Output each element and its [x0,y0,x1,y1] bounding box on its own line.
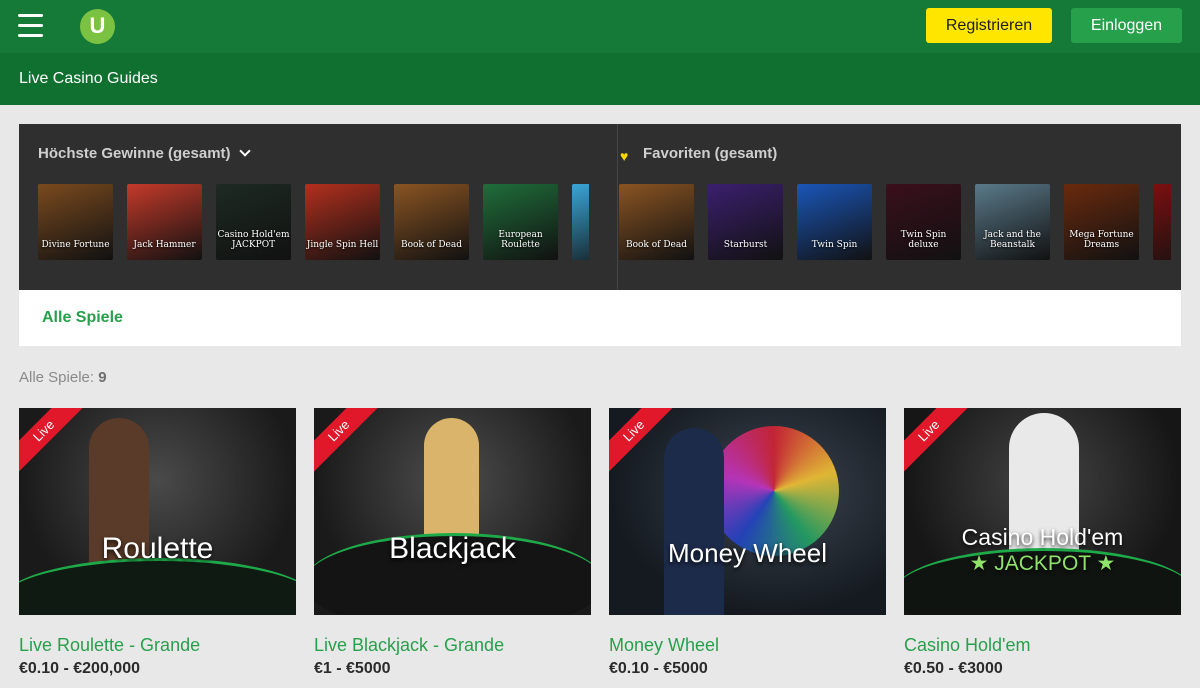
top-bar: U Registrieren Einloggen [0,0,1200,53]
live-badge: Live [19,408,91,478]
game-thumbnail-label: Twin Spin deluxe [900,230,947,250]
game-thumbnail-label: Casino Hold'em JACKPOT [217,230,290,250]
game-thumbnail[interactable]: Jack Hammer [127,184,202,260]
game-card-title[interactable]: Casino Hold'em [904,635,1031,656]
game-card-title[interactable]: Live Blackjack - Grande [314,635,504,656]
game-thumbnail[interactable]: Twin Spin [797,184,872,260]
menu-icon[interactable] [18,14,43,38]
game-card-stakes: €0.50 - €3000 [904,660,1003,677]
game-thumbnail[interactable]: Jingle Spin Hell [305,184,380,260]
register-button[interactable]: Registrieren [926,8,1052,43]
game-thumbnail[interactable]: Book of Dead [394,184,469,260]
login-button[interactable]: Einloggen [1071,8,1182,43]
game-thumbnail[interactable]: Jack and the Beanstalk [975,184,1050,260]
heart-icon: ♥ [620,148,629,164]
panel-divider [617,124,618,290]
game-card-stakes: €0.10 - €200,000 [19,660,140,677]
game-thumbnail-label: Divine Fortune [41,240,110,250]
game-thumbnail-label: Book of Dead [625,240,688,250]
top-wins-dropdown[interactable]: Höchste Gewinne (gesamt) [38,145,251,162]
card-overlay-title: Casino Hold'em [961,524,1124,550]
game-thumbnail[interactable]: Casino Hold'em JACKPOT [216,184,291,260]
game-card-image[interactable]: Live Money Wheel [609,408,886,615]
live-badge: Live [904,408,976,478]
card-overlay-title: Money Wheel [668,538,827,568]
game-thumbnail[interactable]: European Roulette [483,184,558,260]
game-card-title[interactable]: Live Roulette - Grande [19,635,200,656]
sub-header: Live Casino Guides [0,53,1200,105]
top-wins-carousel: Divine Fortune Jack Hammer Casino Hold'em … [38,184,589,260]
filter-tab-bar: Alle Spiele [19,290,1181,346]
live-badge: Live [314,408,386,478]
card-overlay-title: Blackjack [389,532,516,565]
card-overlay-title: Roulette [101,532,214,565]
games-count: Alle Spiele: 9 [19,369,107,386]
game-thumbnail-label: Jingle Spin Hell [306,240,379,250]
game-card-image[interactable]: Live Blackjack [314,408,591,615]
chevron-down-icon [238,145,251,157]
game-thumbnail[interactable]: Divine Fortune [38,184,113,260]
game-thumbnail-label: Twin Spin [811,240,858,250]
favorites-title: Favoriten (gesamt) [643,145,778,162]
game-card-image[interactable]: Live Roulette [19,408,296,615]
tab-all-games[interactable]: Alle Spiele [42,309,123,327]
game-thumbnail-label: Starburst [723,240,768,250]
game-card-image[interactable]: Live Casino Hold'em ★ JACKPOT ★ [904,408,1181,615]
game-thumbnail[interactable]: Starburst [708,184,783,260]
game-thumbnail-label: Jack and the Beanstalk [984,230,1041,250]
games-panel: Höchste Gewinne (gesamt) Divine Fortune J… [19,124,1181,290]
game-thumbnail[interactable] [572,184,589,260]
game-card-title[interactable]: Money Wheel [609,635,719,656]
favorites-carousel: Book of Dead Starburst Twin Spin Twin Spin … [619,184,1171,260]
game-thumbnail[interactable]: Mega Fortune Dreams [1064,184,1139,260]
games-count-value: 9 [98,369,107,386]
game-thumbnail[interactable]: Twin Spin deluxe [886,184,961,260]
page-title: Live Casino Guides [19,70,158,87]
game-thumbnail-label: Mega Fortune Dreams [1069,230,1134,250]
game-thumbnail-label: European Roulette [498,230,543,250]
game-thumbnail[interactable]: Book of Dead [619,184,694,260]
games-count-label: Alle Spiele: [19,369,95,386]
game-card-stakes: €1 - €5000 [314,660,391,677]
game-thumbnail-label: Book of Dead [400,240,463,250]
card-overlay-jackpot: ★ JACKPOT ★ [969,552,1116,575]
game-card-stakes: €0.10 - €5000 [609,660,708,677]
top-wins-title: Höchste Gewinne (gesamt) [38,145,231,162]
unibet-logo[interactable]: U [80,9,115,44]
game-thumbnail-label: Jack Hammer [133,240,196,250]
game-thumbnail[interactable] [1153,184,1171,260]
